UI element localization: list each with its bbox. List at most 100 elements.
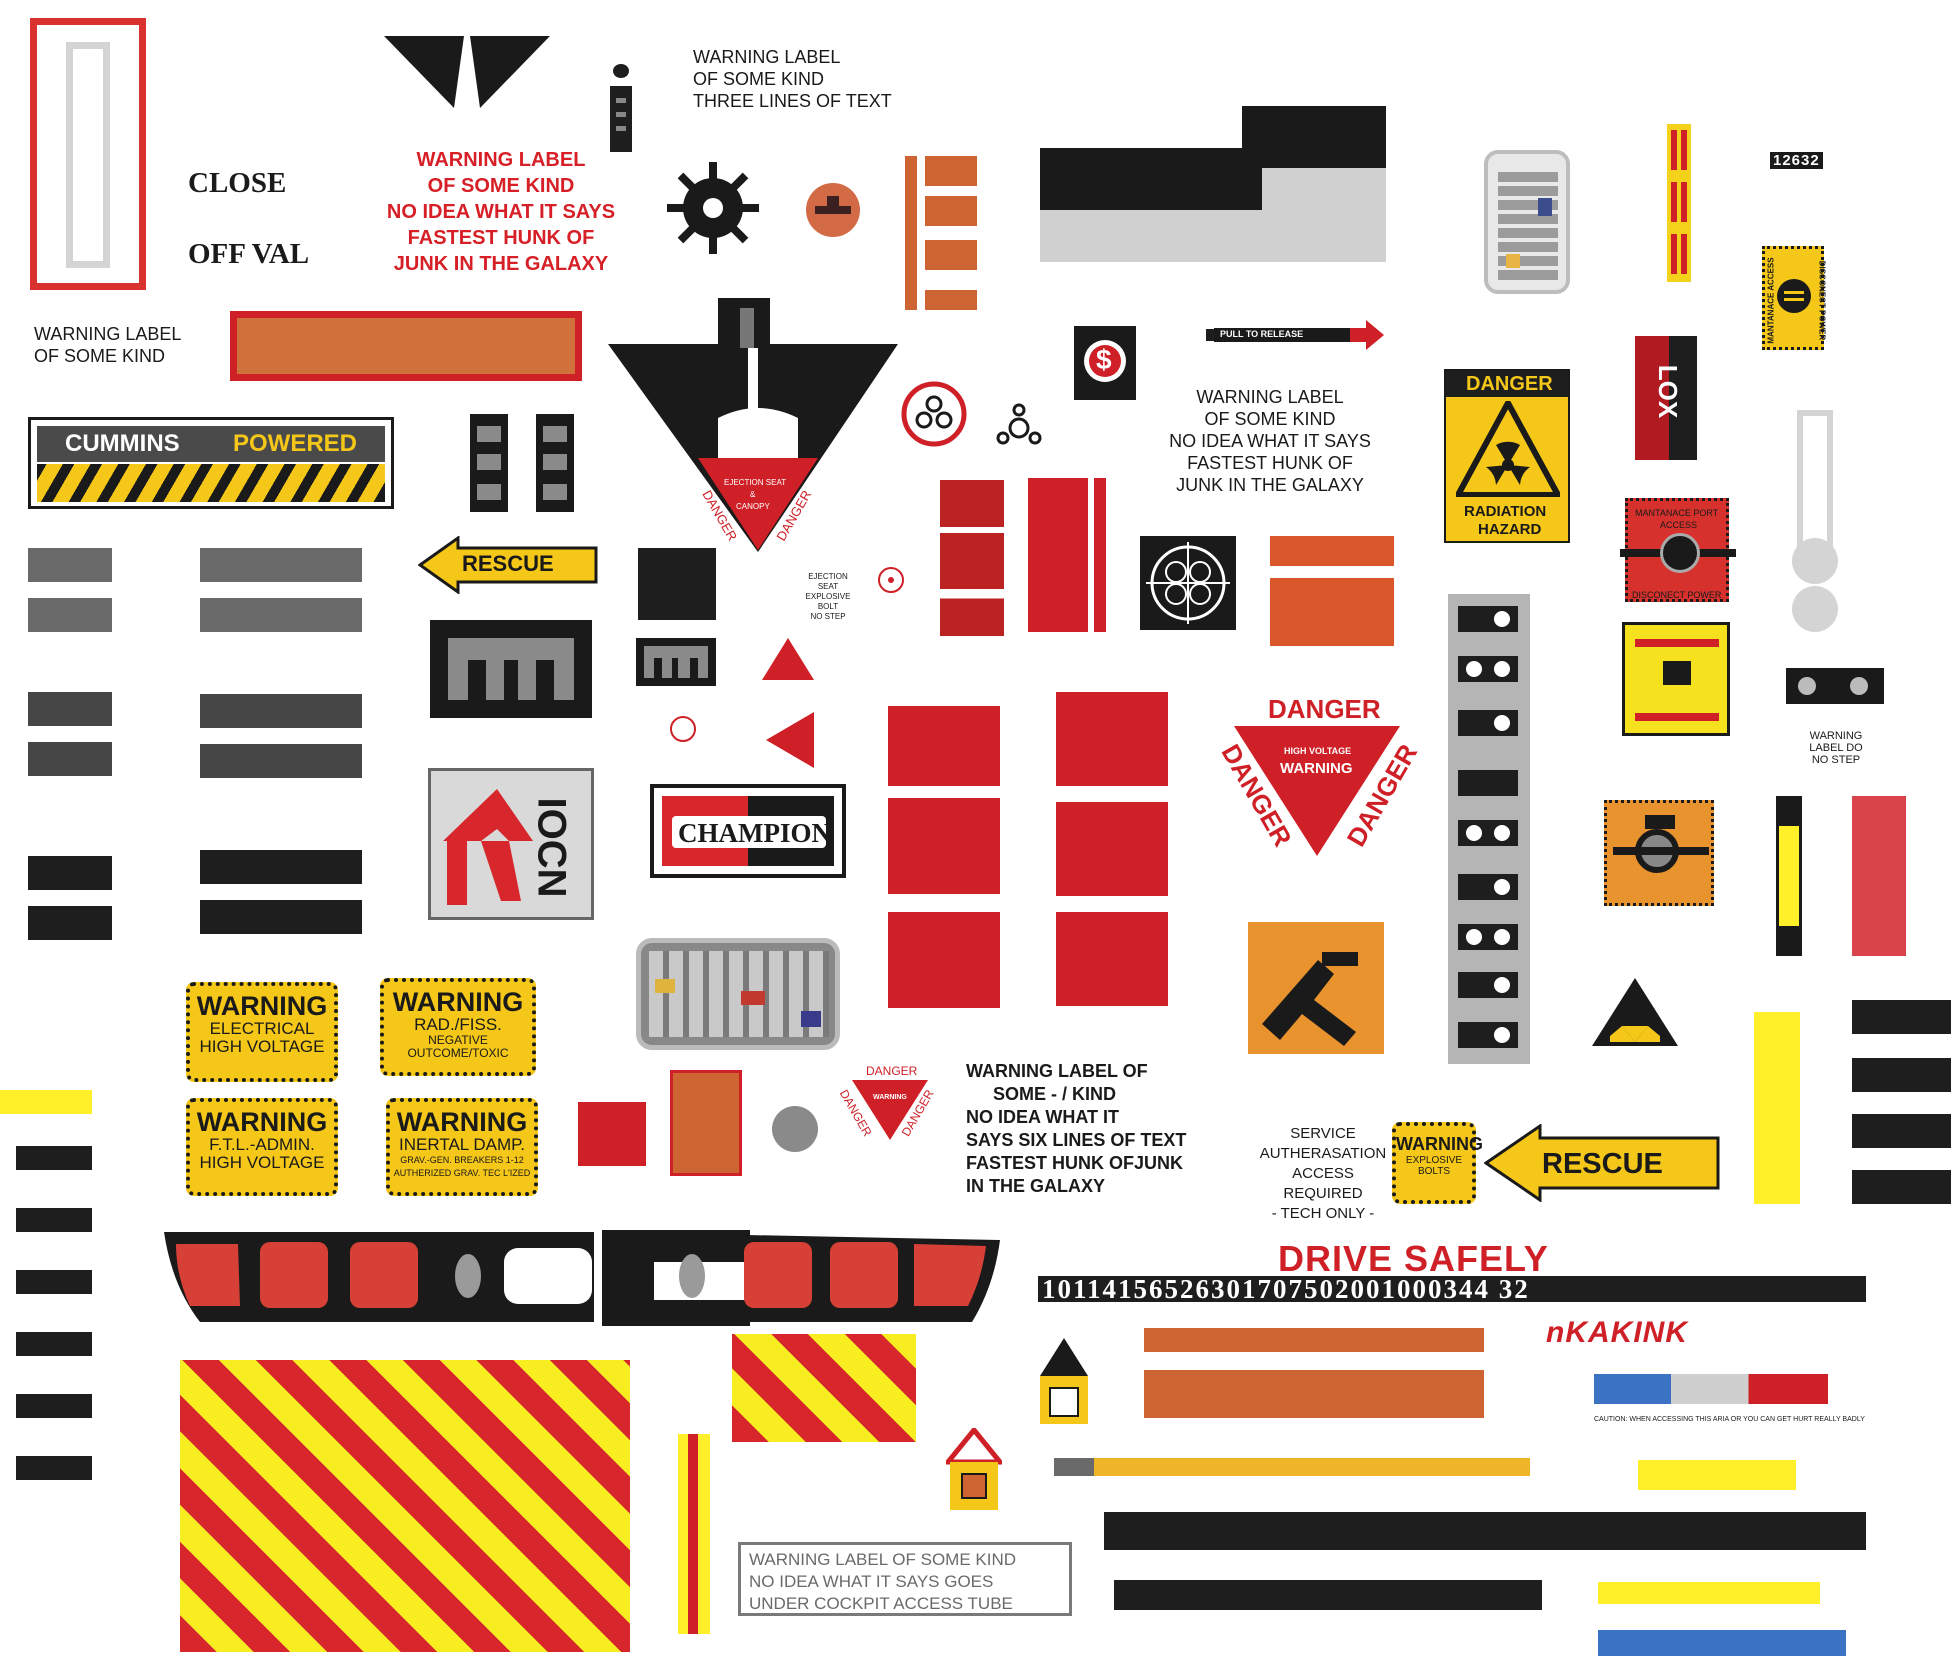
- red-block: [1056, 802, 1168, 896]
- rescue-right-label: RESCUE: [1542, 1148, 1663, 1180]
- black-dash: [1852, 1058, 1951, 1092]
- cockpit-line: WARNING LABEL OF SOME KIND: [749, 1550, 1017, 1569]
- small-danger-top: DANGER: [866, 1064, 918, 1078]
- warning-six-line: NO IDEA WHAT IT: [966, 1107, 1119, 1127]
- warning-box-line: INERTAL DAMP.: [399, 1135, 525, 1154]
- service-block: SERVICE AUTHERASATION ACCESS REQUIRED - …: [1258, 1124, 1388, 1224]
- grey-knob: [1792, 538, 1838, 584]
- ejection-seat-triangle: [608, 298, 898, 552]
- warning-red-line: FASTEST HUNK OF: [407, 227, 595, 249]
- black-dash: [1852, 1170, 1951, 1204]
- red-block: [1056, 912, 1168, 1006]
- warning-red-line: JUNK IN THE GALAXY: [393, 253, 609, 275]
- black-dash: [16, 1146, 92, 1170]
- bar: [200, 850, 362, 884]
- warning-box-title: WARNING: [396, 1107, 528, 1137]
- champion-logo: CHAMPION: [650, 784, 846, 878]
- warning-explosive-bolts: WARNING EXPLOSIVE BOLTS: [1392, 1122, 1483, 1204]
- red-triangle-up-icon: [762, 638, 814, 680]
- ladder-rung: [1458, 770, 1518, 796]
- yellow-pillar: [1754, 1012, 1800, 1204]
- warning-five-line: WARNING LABEL: [1196, 387, 1344, 407]
- bolt-target-icon: [878, 567, 904, 593]
- bolts-title: WARNING: [1396, 1134, 1483, 1154]
- orange-bar: [1144, 1370, 1484, 1418]
- radiation-icon: [1456, 401, 1560, 497]
- warning-box-line: GRAV.-GEN. BREAKERS 1-12: [400, 1155, 524, 1165]
- warning-three-line-3: THREE LINES OF TEXT: [693, 91, 892, 111]
- red-block: [888, 706, 1000, 786]
- warning-box-line: F.T.L.-ADMIN.: [209, 1135, 315, 1154]
- disconnect-power-label: DISCONECT POWER: [1817, 260, 1827, 341]
- big-danger-top: DANGER: [1268, 694, 1381, 724]
- powered-label: POWERED: [233, 430, 358, 457]
- black-dash: [1852, 1114, 1951, 1148]
- iocn-label: IOCN: [529, 797, 574, 898]
- radiation-line-1: RADIATION: [1464, 503, 1547, 520]
- grey-slot-right: [536, 414, 574, 512]
- close-label: CLOSE: [188, 167, 287, 199]
- warning-five-line: JUNK IN THE GALAXY: [1176, 475, 1364, 495]
- no-step-line: WARNING: [1809, 730, 1863, 742]
- black-long-bar: [1114, 1580, 1542, 1610]
- grey-dot: [772, 1106, 818, 1152]
- warning-box-line: RAD./FISS.: [414, 1015, 502, 1034]
- warning-red-line: WARNING LABEL: [416, 149, 586, 171]
- bar: [200, 744, 362, 778]
- warning-triangle-icon: [1592, 978, 1678, 1046]
- ejection-amp: &: [750, 490, 756, 499]
- warning-box-line: AUTHERIZED GRAV. TEC L'IZED: [393, 1168, 531, 1178]
- lox-block: LOX: [1635, 336, 1697, 460]
- red-yellow-pole: [678, 1434, 710, 1634]
- gear-icon: [667, 162, 759, 254]
- black-dash: [16, 1332, 92, 1356]
- arrow-right-icon[interactable]: [1350, 320, 1386, 350]
- warning-red-block: WARNING LABEL OF SOME KIND NO IDEA WHAT …: [368, 147, 634, 277]
- bar: [200, 598, 362, 632]
- ladder-rung: [1458, 606, 1518, 632]
- grey-knob: [1792, 586, 1838, 632]
- maintenance-access-label: MANTANACE ACCESS: [1766, 257, 1776, 344]
- radiation-hazard-sign: DANGER RADIATION HAZARD: [1444, 369, 1570, 543]
- orange-outlined-box: [670, 1070, 742, 1176]
- warning-box-line: ELECTRICAL: [209, 1019, 315, 1038]
- brand-label: nKAKINK: [1546, 1316, 1688, 1349]
- warning-three-line-2: OF SOME KIND: [693, 69, 825, 89]
- service-line: SERVICE: [1290, 1125, 1356, 1142]
- ladder-rung: [1458, 924, 1518, 950]
- black-dash: [16, 1208, 92, 1232]
- bolts-sub: EXPLOSIVE BOLTS: [1405, 1155, 1463, 1177]
- chevron-right-icon: [470, 36, 550, 108]
- warning-box-inertial: WARNING INERTAL DAMP. GRAV.-GEN. BREAKER…: [386, 1098, 538, 1196]
- hazard-stripes-large: [180, 1360, 630, 1652]
- bar: [200, 900, 362, 934]
- bar: [200, 694, 362, 728]
- service-line: - TECH ONLY -: [1271, 1205, 1375, 1222]
- warning-box-line: HIGH VOLTAGE: [199, 1153, 325, 1172]
- tail-light-bar: [164, 1226, 1000, 1328]
- ejection-bolt-line: EXPLOSIVE BOLT: [805, 592, 851, 611]
- blue-bar: [1598, 1630, 1846, 1656]
- yellow-black-pole: [1776, 796, 1802, 956]
- red-stripe: [1094, 478, 1106, 632]
- warning-box-line: HIGH VOLTAGE: [199, 1037, 325, 1056]
- yellow-long-bar: [1094, 1458, 1530, 1476]
- cockpit-line: UNDER COCKPIT ACCESS TUBE: [749, 1594, 1013, 1613]
- warning-six-line: SOME - / KIND: [993, 1084, 1117, 1104]
- yellow-block: [1638, 1460, 1796, 1490]
- yellow-port-box: [1622, 622, 1730, 736]
- warning-red-line: OF SOME KIND: [427, 175, 575, 197]
- orange-machine-panel: [1604, 800, 1714, 906]
- circuit-panel: [1484, 150, 1570, 294]
- bar: [28, 856, 112, 890]
- red-block: [1056, 692, 1168, 786]
- radiation-danger-label: DANGER: [1466, 373, 1553, 395]
- black-dash: [16, 1270, 92, 1294]
- warning-two-line-1: WARNING LABEL: [34, 324, 182, 344]
- warning-six-line: SAYS SIX LINES OF TEXT: [966, 1130, 1187, 1150]
- radiation-line-2: HAZARD: [1478, 521, 1542, 538]
- no-step-line: NO STEP: [1811, 754, 1861, 766]
- off-val-label: OFF VAL: [188, 238, 310, 270]
- red-circle-icon: [670, 716, 696, 742]
- serial-number: 12632: [1770, 152, 1823, 169]
